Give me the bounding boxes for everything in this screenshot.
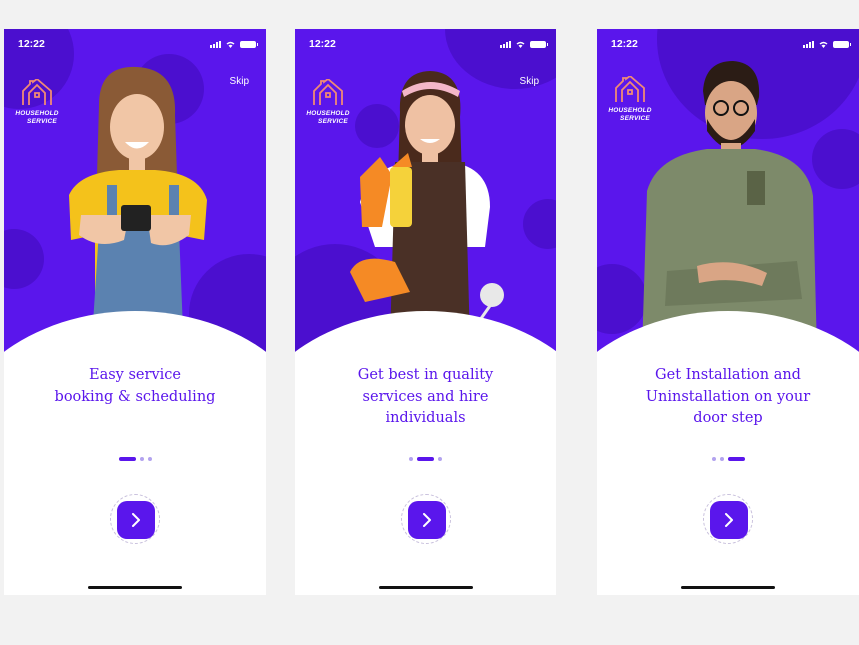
page-dot-active (727, 457, 745, 461)
onboarding-caption: Easy service booking & scheduling (4, 365, 266, 408)
page-dot (409, 457, 413, 461)
next-button[interactable] (407, 501, 446, 539)
logo-text-line2: SERVICE (318, 118, 348, 125)
caption-line: booking & scheduling (54, 388, 216, 405)
signal-icon (500, 40, 511, 48)
skip-button[interactable]: Skip (230, 76, 249, 87)
technician-arms-crossed-photo (642, 61, 817, 351)
skip-button[interactable]: Skip (520, 76, 539, 87)
logo-text-line1: HOUSEHOLD (306, 110, 350, 117)
status-time: 12:22 (611, 38, 638, 50)
battery-icon (833, 40, 851, 48)
page-indicator (597, 457, 859, 461)
signal-icon (210, 40, 221, 48)
logo-text-line2: SERVICE (620, 115, 650, 122)
caption-line: individuals (385, 410, 466, 426)
onboarding-caption: Get Installation and Uninstallation on y… (597, 365, 859, 430)
caption-line: Uninstallation on your (645, 388, 811, 405)
household-service-logo: HOUSEHOLD SERVICE (303, 77, 353, 126)
wave-divider (4, 311, 266, 595)
next-button-ring (400, 494, 451, 544)
household-service-logo: HOUSEHOLD SERVICE (12, 77, 62, 126)
house-logo-icon (313, 77, 343, 105)
page-indicator (295, 457, 556, 461)
logo-text-line1: HOUSEHOLD (15, 110, 59, 117)
next-button[interactable] (710, 501, 748, 539)
house-logo-icon (615, 74, 645, 102)
page-dot-active (118, 457, 136, 461)
caption-line: door step (693, 410, 763, 426)
status-bar: 12:22 (611, 38, 851, 52)
status-bar: 12:22 (309, 38, 548, 52)
chevron-right-icon (132, 513, 140, 527)
page-indicator (4, 457, 266, 461)
onboarding-screen-3: 12:22 HOUSEHOLD SERVICE Get Installation… (597, 29, 859, 595)
household-service-logo: HOUSEHOLD SERVICE (605, 74, 655, 123)
chevron-right-icon (422, 513, 431, 527)
caption-line: Easy service (89, 367, 181, 383)
next-button-ring (703, 494, 753, 544)
home-indicator (378, 586, 473, 589)
onboarding-screen-2: 12:22 Skip HOUSEHOLD SERVICE Get best in… (295, 29, 556, 595)
next-button[interactable] (117, 501, 155, 539)
onboarding-caption: Get best in quality services and hire in… (295, 365, 556, 430)
wifi-icon (516, 41, 525, 48)
onboarding-screen-1: 12:22 Skip HOUSEHOLD SERVICE Easy servic… (4, 29, 266, 595)
home-indicator (681, 586, 775, 589)
logo-text-line1: HOUSEHOLD (608, 107, 652, 114)
chevron-right-icon (725, 513, 733, 527)
caption-line: services and hire (362, 388, 489, 405)
signal-icon (803, 40, 814, 48)
caption-line: Get best in quality (357, 367, 494, 383)
page-dot (147, 457, 152, 461)
home-indicator (88, 586, 182, 589)
page-dot (719, 457, 724, 461)
status-time: 12:22 (18, 38, 45, 50)
wifi-icon (819, 41, 828, 48)
logo-text-line2: SERVICE (27, 118, 57, 125)
caption-line: Get Installation and (655, 367, 801, 383)
status-bar: 12:22 (18, 38, 258, 52)
wifi-icon (226, 41, 235, 48)
page-dot (139, 457, 144, 461)
wave-divider (597, 311, 859, 595)
page-dot-active (417, 457, 434, 461)
status-time: 12:22 (309, 38, 336, 50)
page-dot (711, 457, 716, 461)
house-logo-icon (22, 77, 52, 105)
page-dot (438, 457, 442, 461)
next-button-ring (110, 494, 160, 544)
wave-divider (295, 311, 556, 595)
battery-icon (240, 40, 258, 48)
battery-icon (530, 40, 548, 48)
